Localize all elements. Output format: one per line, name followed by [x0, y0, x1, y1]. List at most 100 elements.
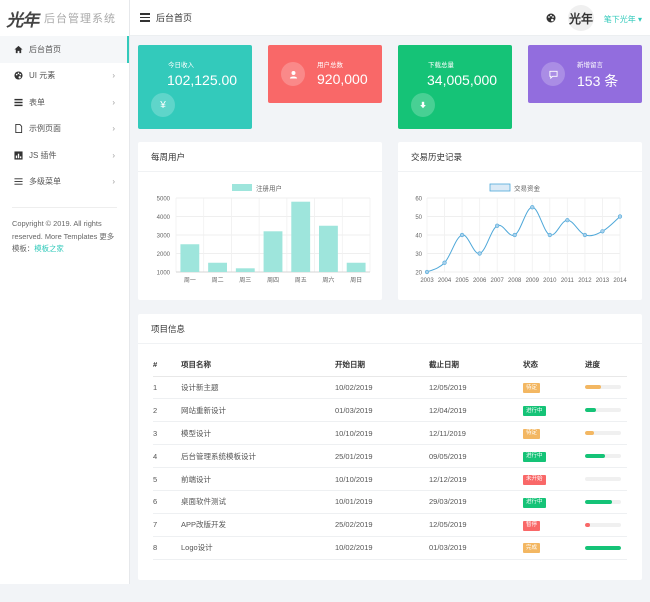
status-badge: 完成: [523, 543, 541, 554]
legend-swatch: [232, 184, 252, 191]
stat-value: 920,000: [317, 71, 368, 87]
bar: [208, 262, 227, 272]
status-badge: 暂停: [523, 520, 541, 531]
chevron-right-icon: ›: [112, 124, 115, 134]
y-tick-label: 1000: [157, 271, 171, 277]
x-tick-label: 2010: [543, 278, 557, 284]
bar: [319, 225, 338, 272]
progress-fill: [585, 545, 621, 550]
stat-label: 下载总量: [428, 62, 454, 69]
cell-status: 完成: [523, 536, 585, 560]
status-badge: 进行中: [523, 497, 546, 508]
progress-fill: [585, 408, 596, 413]
x-tick-label: 2008: [508, 278, 522, 284]
status-badge: 未开始: [523, 474, 546, 485]
status-badge: 待定: [523, 428, 541, 439]
cell-start: 25/02/2019: [335, 513, 429, 537]
x-tick-label: 周日: [350, 277, 362, 284]
table-row[interactable]: 7 APP改版开发 25/02/2019 12/05/2019 暂停: [153, 513, 627, 537]
cell-id: 4: [153, 444, 181, 469]
sidebar-item-label: 后台首页: [29, 44, 61, 54]
table-row[interactable]: 3 模型设计 10/10/2019 12/11/2019 待定: [153, 421, 627, 446]
menu-icon: [12, 177, 24, 186]
table-row[interactable]: 4 后台管理系统模板设计 25/01/2019 09/05/2019 进行中: [153, 444, 627, 469]
cell-progress: [585, 467, 627, 491]
column-header: #: [153, 354, 181, 377]
chevron-right-icon: ›: [112, 71, 115, 81]
cell-status: 未开始: [523, 467, 585, 491]
sidebar-item-form[interactable]: 表单 ›: [0, 89, 129, 116]
table-row[interactable]: 8 Logo设计 10/02/2019 01/03/2019 完成: [153, 536, 627, 560]
cell-progress: [585, 398, 627, 423]
menu-toggle-icon[interactable]: [140, 13, 150, 22]
logo-mark: 光年: [5, 10, 42, 31]
cell-progress: [585, 490, 627, 514]
cell-start: 10/10/2019: [335, 467, 429, 491]
y-tick-label: 50: [415, 215, 422, 221]
cell-status: 进行中: [523, 444, 585, 469]
table-row[interactable]: 1 设计新主题 10/02/2019 12/05/2019 待定: [153, 376, 627, 400]
stat-value: 34,005,000: [427, 72, 498, 88]
sidebar: 光年 后台管理系统 后台首页 UI 元素 › 表单 › 示例页面 › JS 插件…: [0, 0, 130, 584]
data-point: [530, 205, 535, 210]
cell-name: 模型设计: [181, 421, 335, 446]
cell-name: 后台管理系统模板设计: [181, 444, 335, 469]
y-tick-label: 3000: [157, 234, 171, 240]
user-menu[interactable]: 笔下光年 ▾: [604, 14, 642, 25]
table-row[interactable]: 6 桌面软件测试 10/01/2019 29/03/2019 进行中: [153, 490, 627, 514]
cell-progress: [585, 376, 627, 400]
series-line: [426, 206, 621, 273]
progress-bar: [585, 454, 621, 459]
cell-name: APP改版开发: [181, 513, 335, 537]
sidebar-item-home[interactable]: 后台首页: [0, 36, 129, 63]
y-tick-label: 2000: [157, 252, 171, 258]
avatar[interactable]: 光年: [568, 5, 594, 31]
x-tick-label: 2007: [491, 278, 505, 284]
x-tick-label: 2011: [561, 278, 575, 284]
progress-fill: [585, 431, 594, 436]
column-header: 进度: [585, 354, 627, 377]
sidebar-item-multilevel[interactable]: 多级菜单 ›: [0, 169, 129, 196]
cell-name: 桌面软件测试: [181, 490, 335, 514]
stat-card-income: 今日收入 102,125.00 ¥: [138, 45, 252, 129]
stat-card-downloads: 下载总量 34,005,000: [398, 45, 512, 129]
status-badge: 进行中: [523, 451, 546, 462]
x-tick-label: 2005: [455, 278, 469, 284]
column-header: 状态: [523, 354, 585, 377]
data-point: [617, 214, 623, 219]
cell-end: 12/05/2019: [429, 513, 523, 537]
bar: [180, 244, 200, 272]
bar: [235, 268, 255, 272]
theme-palette-icon[interactable]: [546, 13, 556, 25]
cell-progress: [585, 444, 627, 469]
progress-bar: [585, 408, 621, 413]
y-tick-label: 4000: [157, 215, 171, 221]
projects-table: # 项目名称 开始日期 截止日期 状态 进度 1 设计新主题 10/02/2019 1…: [153, 354, 627, 560]
cell-name: 网站重新设计: [181, 398, 335, 423]
cell-end: 09/05/2019: [429, 444, 523, 469]
sidebar-item-js-plugins[interactable]: JS 插件 ›: [0, 142, 129, 169]
table-row[interactable]: 5 前端设计 10/10/2019 12/12/2019 未开始: [153, 467, 627, 491]
y-tick-label: 40: [415, 234, 422, 240]
x-tick-label: 周六: [322, 276, 334, 284]
sidebar-item-examples[interactable]: 示例页面 ›: [0, 116, 129, 143]
projects-panel: 项目信息 # 项目名称 开始日期 截止日期 状态 进度 1 设计新主题 10/02/…: [138, 314, 642, 580]
sidebar-item-label: JS 插件: [29, 150, 57, 160]
table-row[interactable]: 2 网站重新设计 01/03/2019 12/04/2019 进行中: [153, 398, 627, 423]
logo[interactable]: 光年 后台管理系统: [0, 0, 129, 36]
stat-label: 今日收入: [168, 62, 194, 69]
x-tick-label: 2013: [596, 278, 610, 284]
legend-label: 注册用户: [256, 184, 282, 193]
sidebar-item-label: 多级菜单: [29, 177, 61, 187]
chevron-right-icon: ›: [112, 97, 115, 107]
data-point: [582, 232, 588, 238]
legend-label: 交易资金: [514, 184, 541, 193]
cell-start: 10/10/2019: [335, 421, 429, 446]
cell-start: 01/03/2019: [335, 398, 429, 423]
legend-swatch: [489, 183, 511, 192]
copyright-link[interactable]: 模板之家: [34, 244, 64, 253]
palette-icon: [12, 71, 24, 80]
sidebar-item-ui[interactable]: UI 元素 ›: [0, 63, 129, 90]
cell-status: 进行中: [523, 490, 585, 514]
y-tick-label: 30: [415, 252, 422, 258]
